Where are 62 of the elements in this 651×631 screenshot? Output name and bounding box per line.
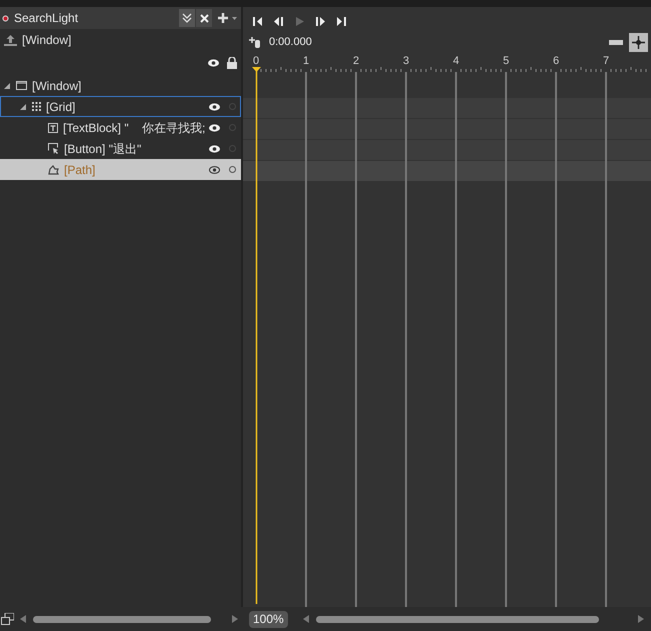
playhead[interactable] — [252, 67, 261, 604]
ruler-label: 3 — [403, 55, 410, 67]
scroll-right-icon[interactable] — [638, 615, 644, 623]
lock-icon[interactable] — [227, 57, 237, 69]
lock-toggle-icon[interactable] — [229, 145, 236, 152]
element-label: [Grid] — [46, 98, 76, 116]
scroll-thumb[interactable] — [316, 616, 599, 622]
record-keyframe-icon[interactable] — [249, 36, 261, 48]
caret-icon — [232, 16, 237, 20]
step-forward-icon[interactable] — [316, 16, 325, 26]
skip-end-icon[interactable] — [337, 16, 346, 26]
tree-row[interactable]: [TextBlock] " 你在寻找我; — [0, 117, 241, 138]
grid-icon — [32, 102, 41, 111]
path-icon — [48, 164, 59, 174]
time-readout: 0:00.000 — [269, 34, 312, 50]
eye-icon[interactable] — [209, 144, 220, 152]
tree-row[interactable]: [Button] "退出" — [0, 138, 241, 159]
window-icon — [16, 81, 27, 90]
pointer-button-icon — [48, 143, 59, 154]
scroll-thumb[interactable] — [33, 616, 211, 622]
tree-row[interactable]: [Window] — [0, 75, 241, 96]
record-icon — [2, 14, 9, 22]
snap-button[interactable] — [629, 32, 648, 52]
tree-row[interactable]: [Grid] — [0, 96, 241, 117]
window-stack-icon[interactable] — [1, 613, 14, 625]
storyboard-title: SearchLight — [14, 10, 80, 27]
expander-icon[interactable] — [20, 104, 26, 110]
element-label: [TextBlock] " 你在寻找我; — [63, 120, 206, 136]
zoom-field[interactable]: 100% — [249, 610, 288, 628]
eye-icon[interactable] — [209, 166, 220, 174]
add-button[interactable] — [218, 13, 237, 23]
step-back-icon[interactable] — [274, 16, 283, 26]
plus-icon — [218, 13, 228, 23]
lock-toggle-icon[interactable] — [229, 124, 236, 131]
ruler-label: 7 — [603, 55, 610, 67]
ruler-label: 6 — [553, 55, 560, 67]
scope-up-icon[interactable] — [4, 34, 17, 46]
close-icon — [200, 14, 208, 22]
eye-icon[interactable] — [209, 102, 220, 110]
skip-start-icon[interactable] — [253, 16, 262, 26]
element-label: [Window] — [32, 78, 82, 94]
ruler-label: 0 — [253, 55, 260, 67]
eye-icon[interactable] — [208, 59, 219, 67]
scroll-left-icon[interactable] — [20, 615, 26, 623]
scroll-left-icon[interactable] — [302, 615, 309, 623]
text-block-icon — [48, 122, 58, 132]
lock-toggle-icon[interactable] — [229, 103, 236, 110]
eye-icon[interactable] — [209, 124, 220, 132]
crosshair-icon — [632, 36, 645, 48]
lock-toggle-icon[interactable] — [229, 166, 236, 173]
scroll-right-icon[interactable] — [232, 615, 238, 623]
element-label: [Path] — [64, 162, 96, 178]
ruler-label: 5 — [503, 55, 510, 67]
double-chevron-icon — [182, 13, 192, 23]
collapse-button[interactable] — [179, 9, 195, 27]
close-button[interactable] — [196, 9, 212, 27]
element-label: [Button] "退出" — [64, 140, 142, 158]
ruler-label: 2 — [353, 55, 360, 67]
ruler-label: 4 — [453, 55, 460, 67]
ruler-label: 1 — [303, 55, 310, 67]
scope-label: [Window] — [22, 32, 72, 49]
expander-icon[interactable] — [4, 82, 10, 88]
